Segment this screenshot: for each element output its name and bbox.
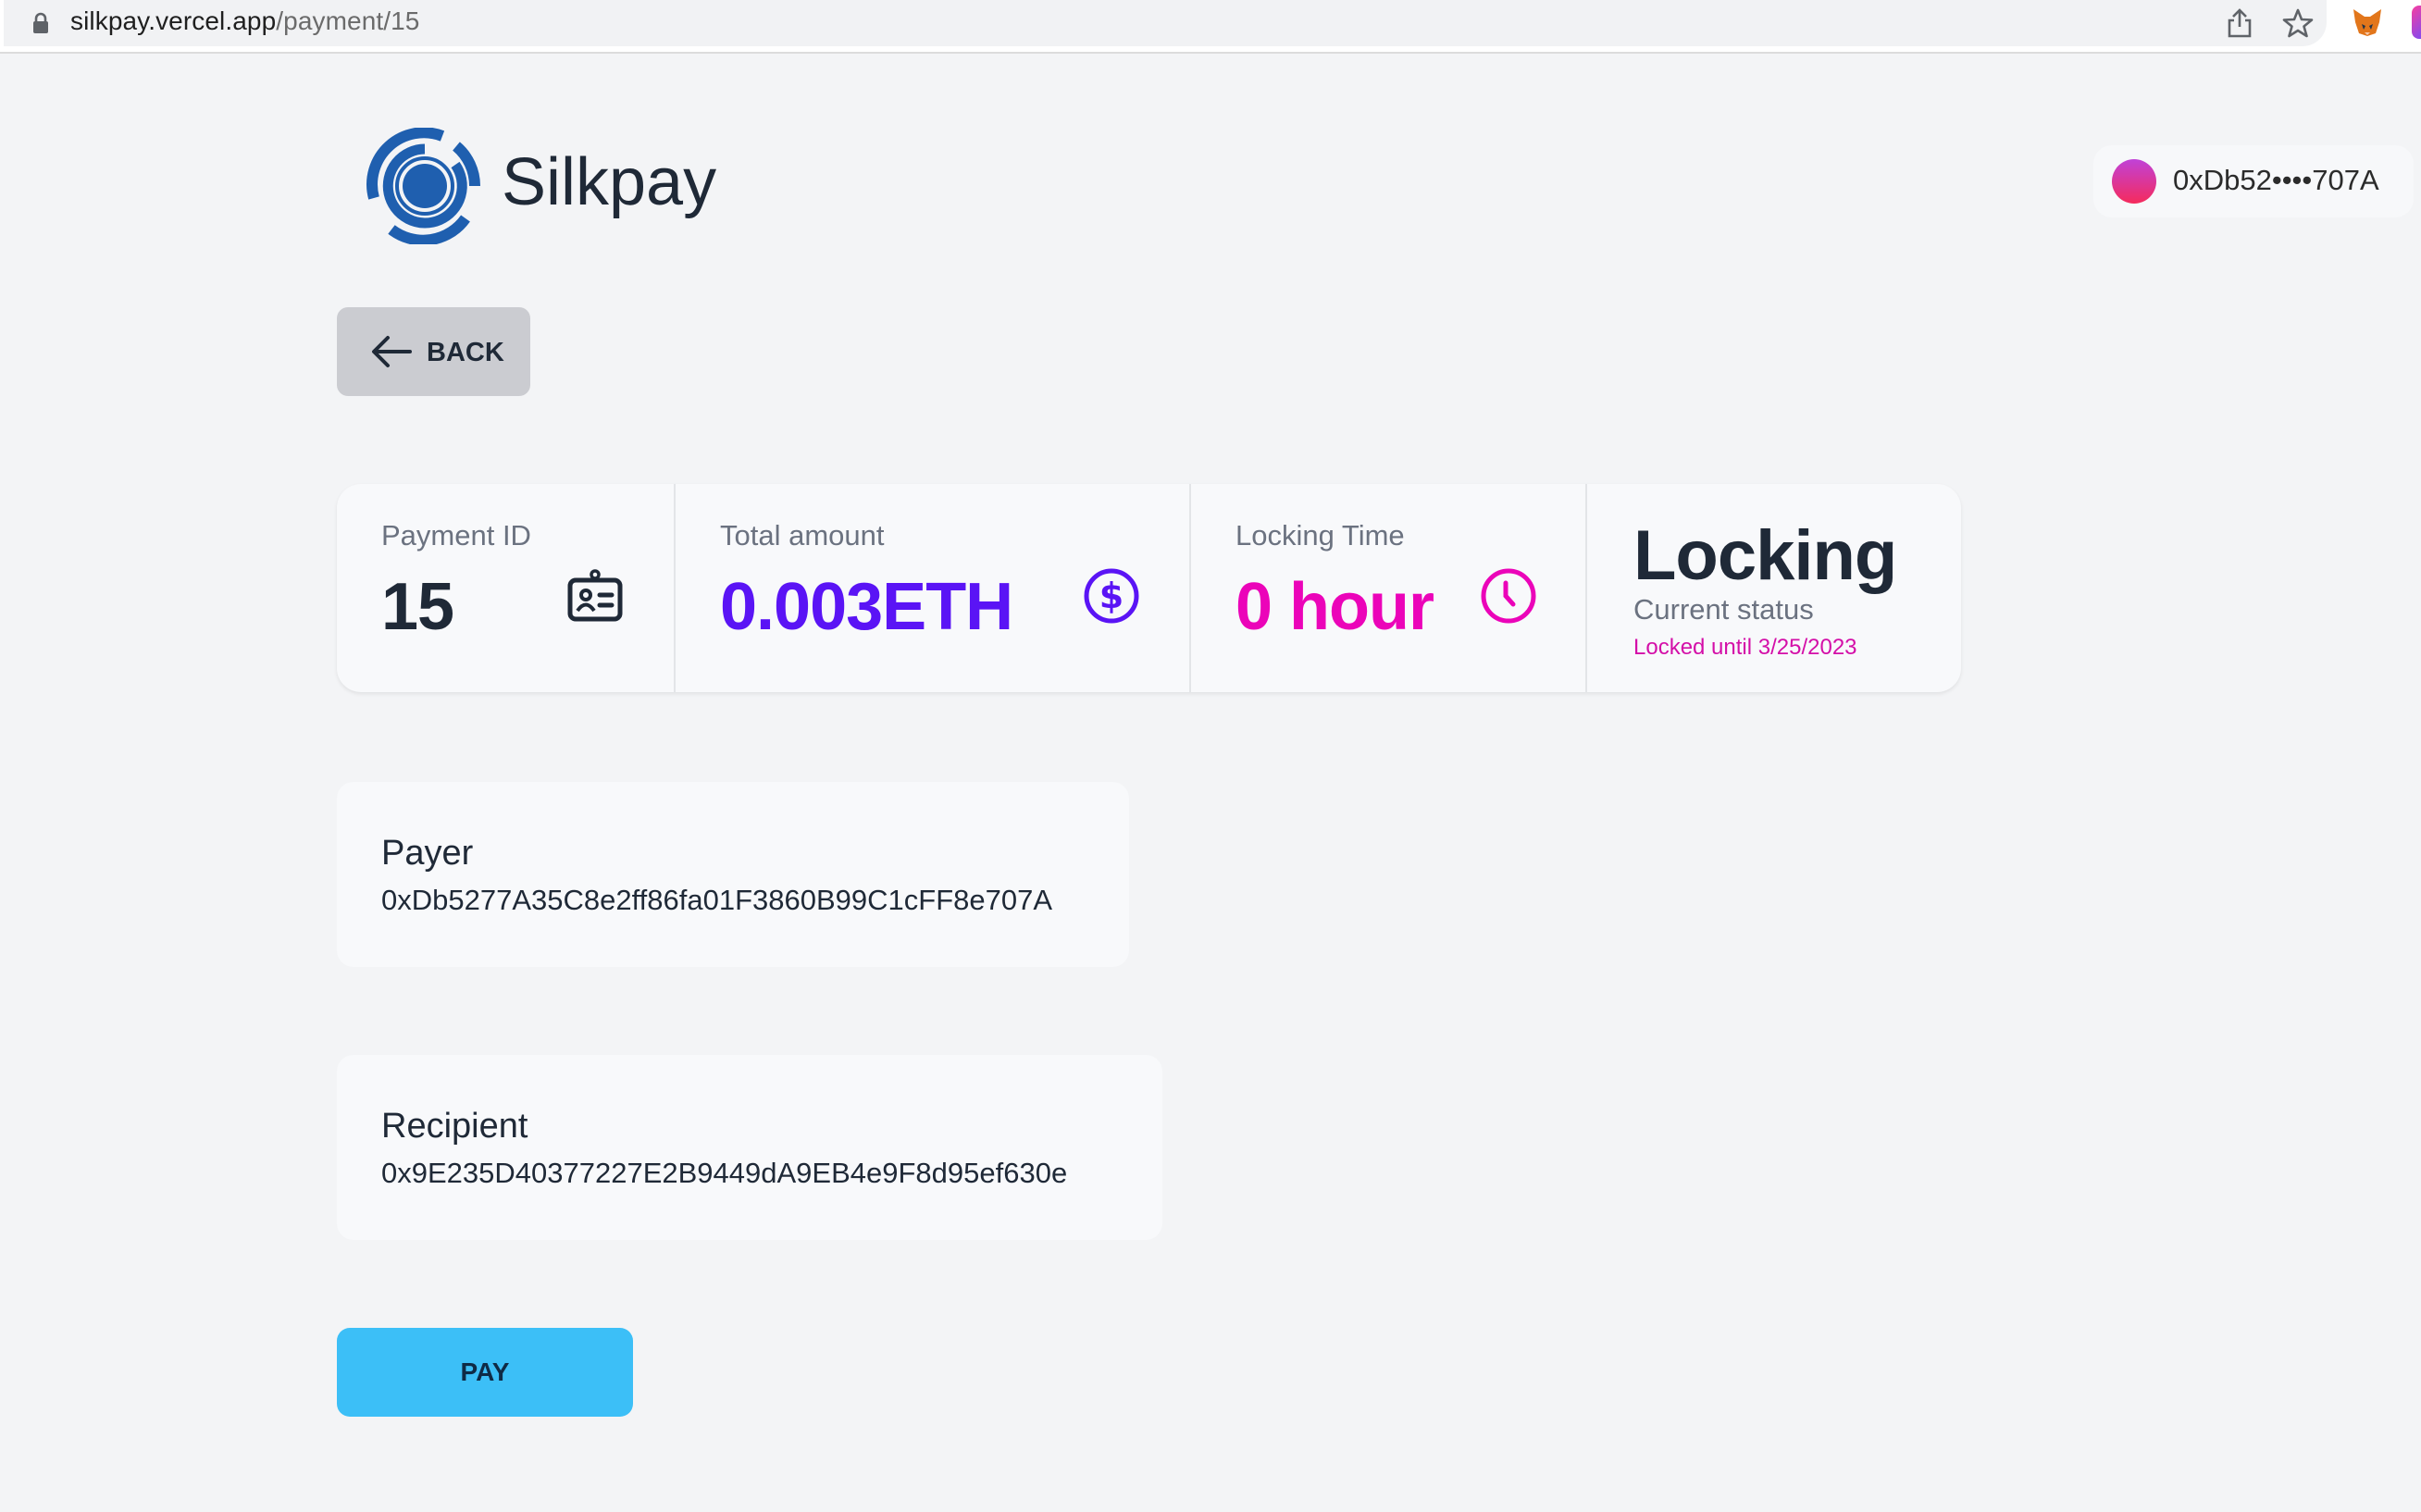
payment-stats: Payment ID 15 Total amount 0.003ETH $ Lo… xyxy=(337,484,1961,692)
stat-locking-time: Locking Time 0 hour xyxy=(1191,484,1587,692)
url-host: silkpay.vercel.app xyxy=(70,6,277,35)
recipient-address: 0x9E235D40377227E2B9449dA9EB4e9F8d95ef63… xyxy=(381,1157,1068,1189)
address-bar[interactable]: silkpay.vercel.app/payment/15 xyxy=(4,0,2327,46)
id-card-icon xyxy=(567,569,623,622)
pay-button[interactable]: PAY xyxy=(337,1328,633,1417)
clock-icon xyxy=(1481,568,1536,624)
lock-icon xyxy=(33,12,48,33)
url-text[interactable]: silkpay.vercel.app/payment/15 xyxy=(70,6,419,36)
dollar-circle-icon: $ xyxy=(1084,568,1139,624)
back-button-label: BACK xyxy=(427,338,504,367)
status-label: Current status xyxy=(1633,593,1814,626)
stat-title: Locking Time xyxy=(1235,519,1405,552)
url-path: /payment/15 xyxy=(276,6,420,35)
stat-value: 0 hour xyxy=(1235,570,1434,644)
stat-title: Payment ID xyxy=(381,519,531,552)
payer-label: Payer xyxy=(381,834,474,873)
svg-text:$: $ xyxy=(1099,576,1124,616)
extension-icon[interactable] xyxy=(2412,6,2421,39)
back-button[interactable]: BACK xyxy=(337,307,530,396)
stat-title: Total amount xyxy=(720,519,885,552)
wallet-address: 0xDb52••••707A xyxy=(2173,164,2379,196)
browser-toolbar: silkpay.vercel.app/payment/15 xyxy=(0,0,2421,54)
payer-card: Payer 0xDb5277A35C8e2ff86fa01F3860B99C1c… xyxy=(337,782,1129,967)
payer-address: 0xDb5277A35C8e2ff86fa01F3860B99C1cFF8e70… xyxy=(381,884,1053,916)
brand-name[interactable]: Silkpay xyxy=(502,144,716,220)
wallet-account-button[interactable]: 0xDb52••••707A xyxy=(2093,145,2414,217)
stat-value: 0.003ETH xyxy=(720,570,1013,644)
star-icon[interactable] xyxy=(2282,7,2314,39)
metamask-fox-icon[interactable] xyxy=(2351,6,2384,39)
recipient-card: Recipient 0x9E235D40377227E2B9449dA9EB4e… xyxy=(337,1055,1162,1240)
lock-until-note: Locked until 3/25/2023 xyxy=(1633,635,1857,660)
stat-total-amount: Total amount 0.003ETH $ xyxy=(676,484,1191,692)
arrow-left-icon xyxy=(372,336,412,367)
recipient-label: Recipient xyxy=(381,1107,528,1146)
stat-value: 15 xyxy=(381,570,454,644)
stat-payment-id: Payment ID 15 xyxy=(337,484,676,692)
pay-button-label: PAY xyxy=(460,1357,510,1386)
share-icon[interactable] xyxy=(2225,7,2254,39)
status-value: Locking xyxy=(1633,516,1897,595)
wallet-avatar xyxy=(2112,159,2156,204)
silkpay-logo-icon[interactable] xyxy=(366,128,483,244)
stat-status: Locking Current status Locked until 3/25… xyxy=(1587,484,1961,692)
